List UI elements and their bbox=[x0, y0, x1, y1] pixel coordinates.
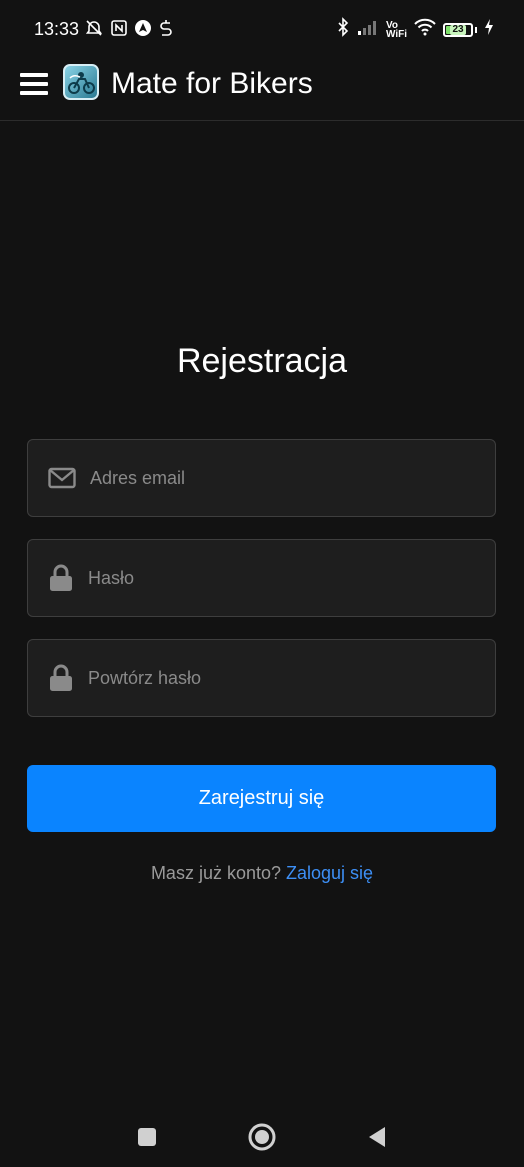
lock-icon bbox=[48, 664, 74, 692]
register-button[interactable]: Zarejestruj się bbox=[27, 765, 496, 832]
battery-level: 23 bbox=[450, 23, 466, 35]
nav-bar bbox=[0, 1100, 524, 1167]
login-row: Masz już konto? Zaloguj się bbox=[0, 863, 524, 884]
alarm-off-icon bbox=[84, 18, 104, 43]
login-prompt: Masz już konto? bbox=[150, 863, 281, 883]
login-link[interactable]: Zaloguj się bbox=[286, 863, 373, 883]
signal-icon bbox=[357, 19, 379, 40]
status-bar: 13:33 Vo WiFi 23 bbox=[0, 0, 524, 58]
home-button[interactable] bbox=[247, 1122, 277, 1152]
battery-tip bbox=[475, 26, 477, 33]
email-field[interactable] bbox=[27, 439, 496, 517]
nfc-icon bbox=[110, 19, 128, 42]
vowifi-bottom-label: WiFi bbox=[385, 28, 407, 40]
wifi-icon bbox=[414, 18, 436, 41]
recents-square-icon bbox=[138, 1128, 156, 1146]
battery-icon: 23 bbox=[443, 22, 473, 37]
back-triangle-icon bbox=[369, 1127, 385, 1147]
password-repeat-field[interactable] bbox=[27, 639, 496, 717]
navigation-icon bbox=[134, 19, 152, 42]
hamburger-icon bbox=[20, 73, 48, 95]
bluetooth-icon bbox=[336, 17, 350, 42]
envelope-icon bbox=[48, 467, 76, 489]
app-bar: Mate for Bikers bbox=[0, 58, 524, 121]
lock-icon bbox=[48, 564, 74, 592]
status-left-icons bbox=[84, 18, 174, 43]
password-input[interactable] bbox=[88, 562, 483, 594]
email-input[interactable] bbox=[90, 462, 483, 494]
page-title: Rejestracja bbox=[176, 342, 348, 380]
recents-button[interactable] bbox=[132, 1122, 162, 1152]
password-field[interactable] bbox=[27, 539, 496, 617]
vowifi-icon: Vo WiFi bbox=[385, 20, 407, 40]
home-circle-icon bbox=[248, 1123, 276, 1151]
app-logo bbox=[63, 64, 99, 100]
app-title: Mate for Bikers bbox=[111, 67, 313, 100]
menu-button[interactable] bbox=[18, 70, 50, 102]
sync-icon bbox=[158, 19, 174, 42]
back-button[interactable] bbox=[362, 1122, 392, 1152]
status-time: 13:33 bbox=[34, 19, 80, 39]
status-right-icons: Vo WiFi 23 bbox=[336, 17, 494, 42]
password-repeat-input[interactable] bbox=[88, 662, 483, 694]
charging-icon bbox=[484, 19, 494, 40]
